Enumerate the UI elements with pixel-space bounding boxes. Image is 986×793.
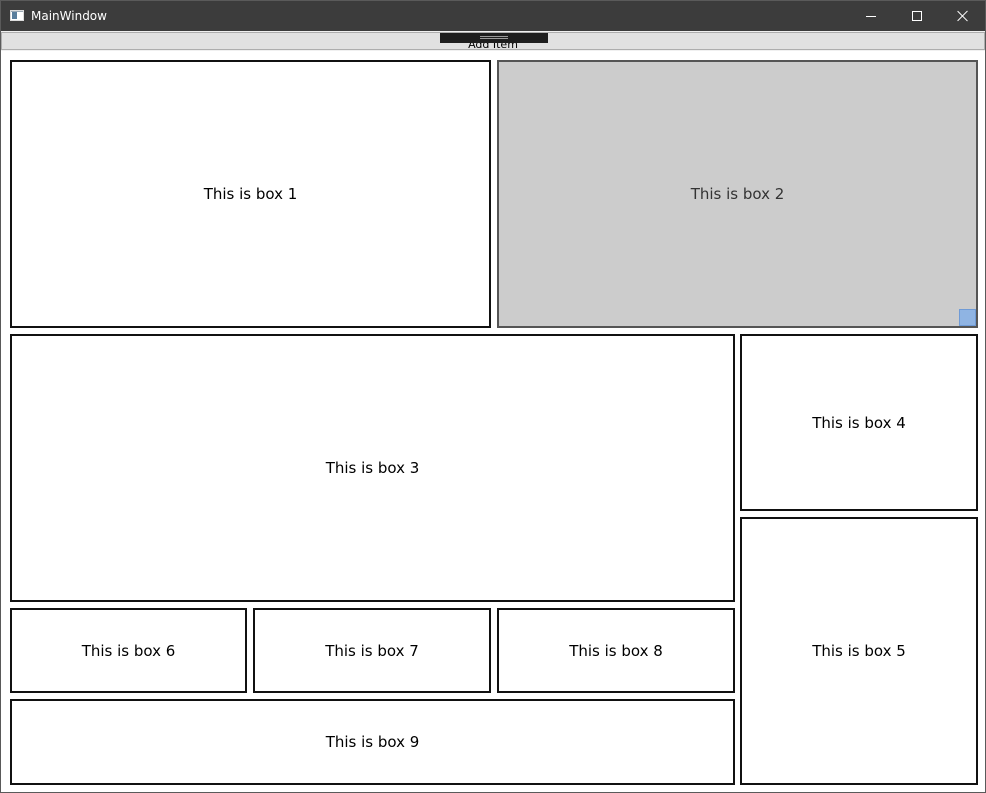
box-label: This is box 6	[81, 641, 176, 660]
box-label: This is box 3	[325, 459, 420, 477]
app-window-icon	[10, 10, 24, 21]
box-label: This is box 9	[325, 733, 420, 751]
maximize-button[interactable]	[894, 1, 940, 31]
box-1[interactable]: This is box 1	[10, 60, 491, 328]
box-label: This is box 2	[690, 185, 785, 203]
title-bar[interactable]: MainWindow	[1, 1, 985, 31]
box-label: This is box 7	[325, 641, 419, 660]
box-label: This is box 8	[569, 641, 663, 660]
window-title: MainWindow	[31, 9, 107, 23]
main-window: MainWindow Add Item This is box 1 This i…	[0, 0, 986, 793]
drag-handle[interactable]	[440, 33, 548, 43]
box-4[interactable]: This is box 4	[740, 334, 978, 511]
resize-grip-icon[interactable]	[959, 309, 976, 326]
box-2[interactable]: This is box 2	[497, 60, 978, 328]
box-6[interactable]: This is box 6	[10, 608, 247, 693]
toolbar: Add Item	[1, 31, 985, 51]
close-button[interactable]	[940, 1, 986, 31]
box-8[interactable]: This is box 8	[497, 608, 735, 693]
box-7[interactable]: This is box 7	[253, 608, 491, 693]
maximize-icon	[912, 11, 922, 21]
box-5[interactable]: This is box 5	[740, 517, 978, 785]
grip-icon	[480, 36, 508, 37]
box-3[interactable]: This is box 3	[10, 334, 735, 602]
box-label: This is box 4	[812, 413, 906, 432]
minimize-button[interactable]	[848, 1, 894, 31]
box-label: This is box 5	[812, 642, 906, 660]
box-9[interactable]: This is box 9	[10, 699, 735, 785]
minimize-icon	[866, 16, 876, 17]
add-item-button[interactable]: Add Item	[1, 32, 985, 50]
box-label: This is box 1	[203, 185, 298, 203]
close-icon	[957, 10, 969, 22]
